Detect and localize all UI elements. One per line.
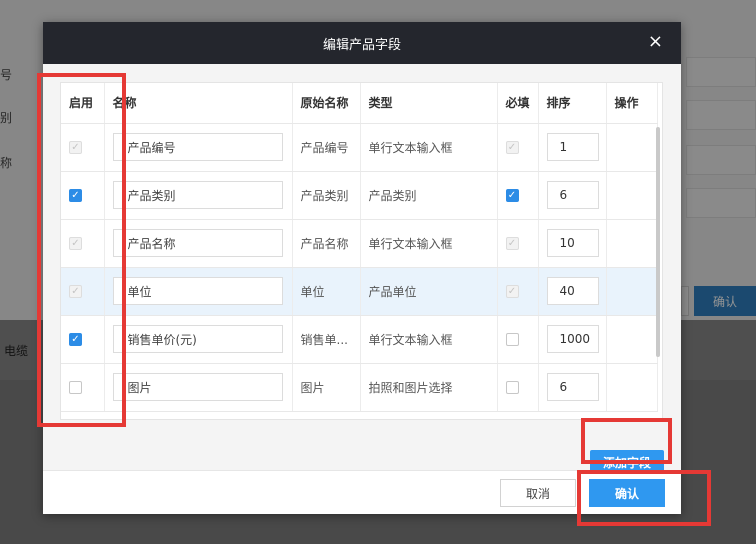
column-header-name: 名称 bbox=[104, 83, 293, 124]
required-checkbox[interactable] bbox=[505, 333, 519, 346]
field-name-input[interactable] bbox=[112, 325, 283, 353]
cancel-button[interactable]: 取消 bbox=[500, 479, 576, 507]
required-checkbox[interactable] bbox=[505, 381, 519, 394]
type-cell: 拍照和图片选择 bbox=[360, 363, 498, 412]
dialog-body: 启用 名称 原始名称 类型 必填 排序 操作 ✓ 产品编号 单行文本输入框 bbox=[43, 64, 681, 474]
original-name-cell: 销售单... bbox=[292, 315, 361, 364]
original-name-cell: 图片 bbox=[292, 363, 361, 412]
original-name-cell: 产品名称 bbox=[292, 219, 361, 268]
field-name-input[interactable] bbox=[112, 181, 283, 209]
original-name-cell: 产品类别 bbox=[292, 171, 361, 220]
actions-cell bbox=[606, 315, 658, 364]
sort-input[interactable] bbox=[546, 373, 599, 401]
actions-cell bbox=[606, 267, 658, 316]
sort-input[interactable] bbox=[546, 229, 599, 257]
highlight-enabled-column bbox=[37, 73, 126, 427]
table-row: 图片 拍照和图片选择 bbox=[61, 363, 658, 412]
table-row-selected: ✓ 单位 产品单位 ✓ bbox=[61, 267, 658, 316]
original-name-cell: 产品编号 bbox=[292, 123, 361, 172]
sort-input[interactable] bbox=[546, 181, 599, 209]
table-row: ✓ 产品名称 单行文本输入框 ✓ bbox=[61, 219, 658, 268]
column-header-actions: 操作 bbox=[606, 83, 658, 124]
actions-cell bbox=[606, 219, 658, 268]
dialog-title: 编辑产品字段 bbox=[322, 37, 401, 53]
type-cell: 产品类别 bbox=[360, 171, 498, 220]
fields-table: 启用 名称 原始名称 类型 必填 排序 操作 ✓ 产品编号 单行文本输入框 bbox=[60, 82, 663, 420]
close-icon[interactable]: × bbox=[648, 33, 663, 51]
table-header-row: 启用 名称 原始名称 类型 必填 排序 操作 bbox=[61, 83, 658, 124]
sort-input[interactable] bbox=[546, 325, 599, 353]
required-checkbox[interactable]: ✓ bbox=[505, 189, 519, 202]
column-header-sort: 排序 bbox=[538, 83, 607, 124]
required-checkbox[interactable]: ✓ bbox=[505, 237, 519, 250]
type-cell: 单行文本输入框 bbox=[360, 315, 498, 364]
actions-cell bbox=[606, 171, 658, 220]
type-cell: 单行文本输入框 bbox=[360, 219, 498, 268]
field-name-input[interactable] bbox=[112, 229, 283, 257]
table-row: ✓ 产品编号 单行文本输入框 ✓ bbox=[61, 123, 658, 172]
table-row: ✓ 销售单... 单行文本输入框 bbox=[61, 315, 658, 364]
field-name-input[interactable] bbox=[112, 133, 283, 161]
sort-input[interactable] bbox=[546, 133, 599, 161]
actions-cell bbox=[606, 123, 658, 172]
column-header-required: 必填 bbox=[497, 83, 539, 124]
highlight-confirm-button bbox=[577, 470, 711, 526]
required-checkbox[interactable]: ✓ bbox=[505, 141, 519, 154]
table-row: ✓ 产品类别 产品类别 ✓ bbox=[61, 171, 658, 220]
dialog-header: 编辑产品字段 × bbox=[43, 22, 681, 64]
required-checkbox[interactable]: ✓ bbox=[505, 285, 519, 298]
highlight-add-field-button bbox=[581, 418, 672, 464]
field-name-input[interactable] bbox=[112, 373, 283, 401]
column-header-type: 类型 bbox=[360, 83, 498, 124]
type-cell: 单行文本输入框 bbox=[360, 123, 498, 172]
table-scrollbar[interactable] bbox=[656, 127, 660, 357]
original-name-cell: 单位 bbox=[292, 267, 361, 316]
field-name-input[interactable] bbox=[112, 277, 283, 305]
type-cell: 产品单位 bbox=[360, 267, 498, 316]
actions-cell bbox=[606, 363, 658, 412]
sort-input[interactable] bbox=[546, 277, 599, 305]
column-header-original-name: 原始名称 bbox=[292, 83, 361, 124]
